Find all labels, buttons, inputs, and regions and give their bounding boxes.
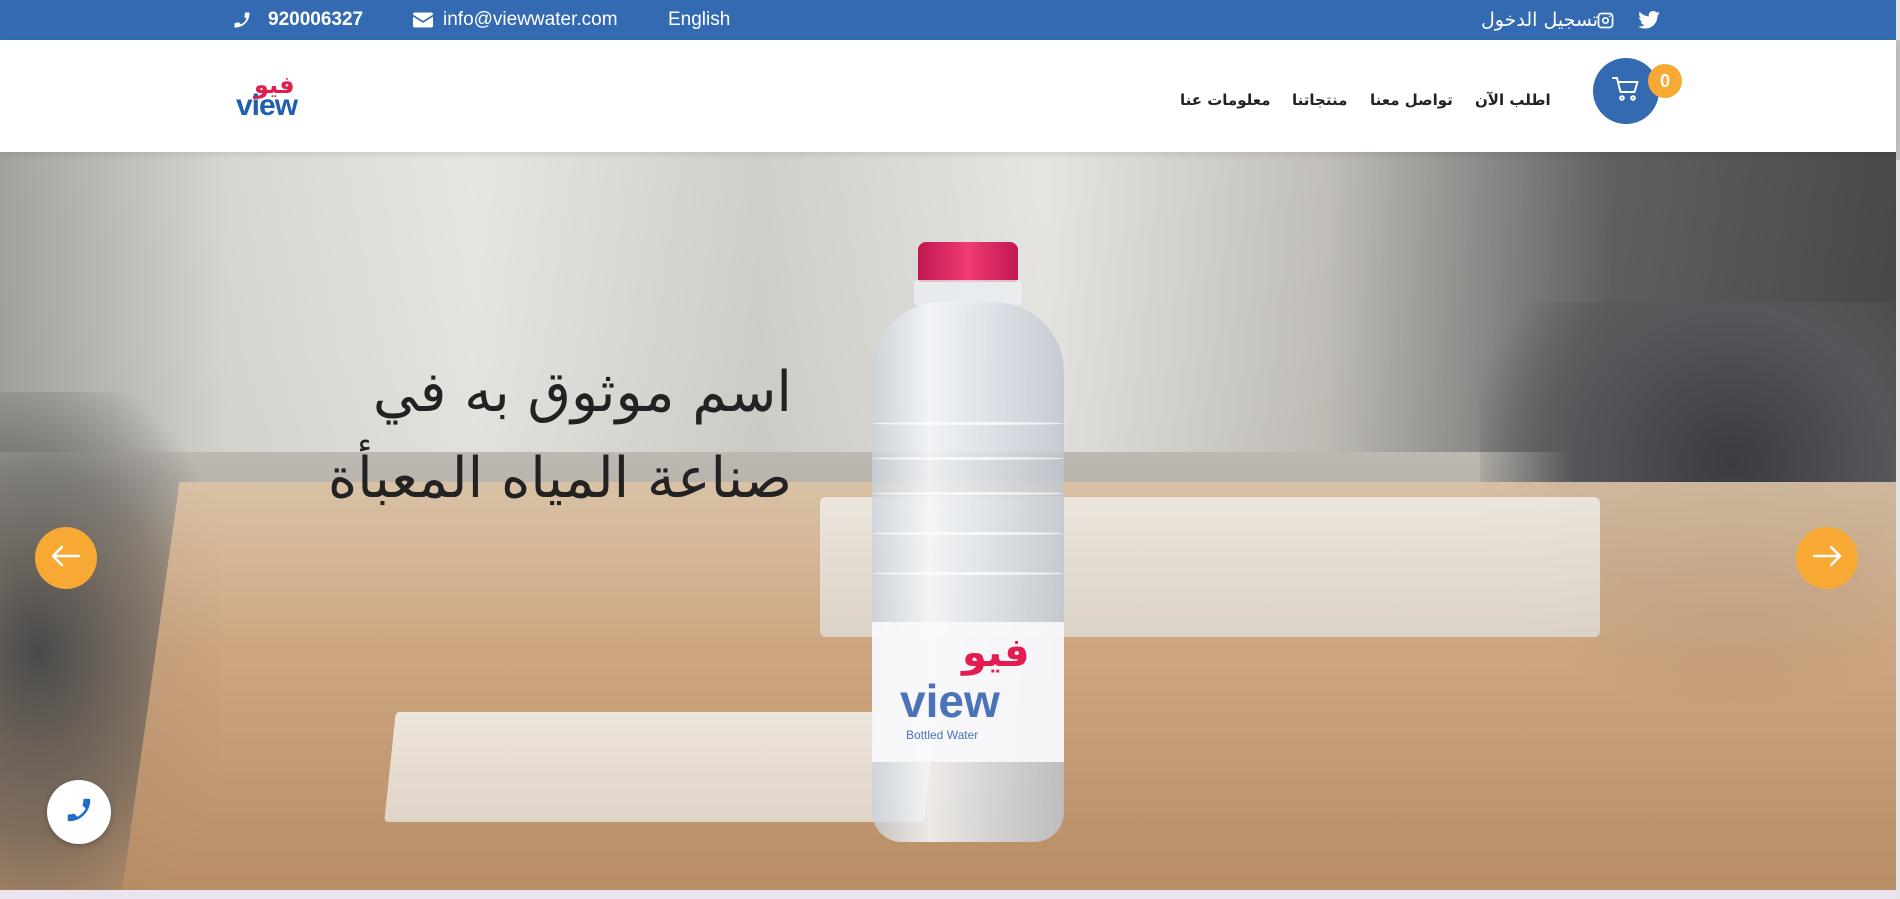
phone-icon [64, 795, 94, 829]
phone-number: 920006327 [268, 9, 364, 30]
bottle-label-sub: Bottled Water [906, 728, 979, 742]
arrow-left-icon [51, 545, 81, 571]
logo-english: view [236, 89, 298, 122]
nav-order-now[interactable]: اطلب الآن [1475, 91, 1551, 109]
login-link[interactable]: تسجيل الدخول [1481, 0, 1598, 40]
call-floating-button[interactable] [47, 780, 111, 844]
phone-icon [232, 10, 252, 30]
twitter-icon[interactable] [1638, 0, 1660, 40]
hero-headline: اسم موثوق به في صناعة المياه المعبأة [327, 360, 792, 511]
nav-contact[interactable]: تواصل معنا [1370, 91, 1453, 109]
page-scrollbar[interactable] [1896, 0, 1900, 899]
slider-next-button[interactable] [1796, 527, 1858, 589]
nav-products[interactable]: منتجاتنا [1292, 91, 1347, 109]
bottle-label-arabic: فيو [962, 630, 1030, 676]
nav-about[interactable]: معلومات عنا [1180, 91, 1271, 109]
instagram-icon[interactable] [1596, 0, 1615, 40]
cart-icon [1612, 76, 1640, 106]
topbar-email[interactable]: info@viewwater.com [413, 0, 618, 40]
water-bottle-image: فيو view Bottled Water [870, 242, 1066, 842]
bottle-label-english: view [900, 675, 1000, 727]
top-bar: 920006327 info@viewwater.com English تسج… [0, 0, 1896, 40]
email-address: info@viewwater.com [443, 9, 618, 30]
language-switch[interactable]: English [668, 0, 730, 40]
slider-prev-button[interactable] [35, 527, 97, 589]
arrow-right-icon [1812, 545, 1842, 571]
cart-count-badge: 0 [1648, 64, 1682, 98]
brand-logo[interactable]: فيو view [232, 73, 312, 125]
cart-button[interactable] [1593, 58, 1659, 124]
topbar-phone[interactable]: 920006327 [232, 0, 363, 40]
envelope-icon [413, 12, 433, 28]
